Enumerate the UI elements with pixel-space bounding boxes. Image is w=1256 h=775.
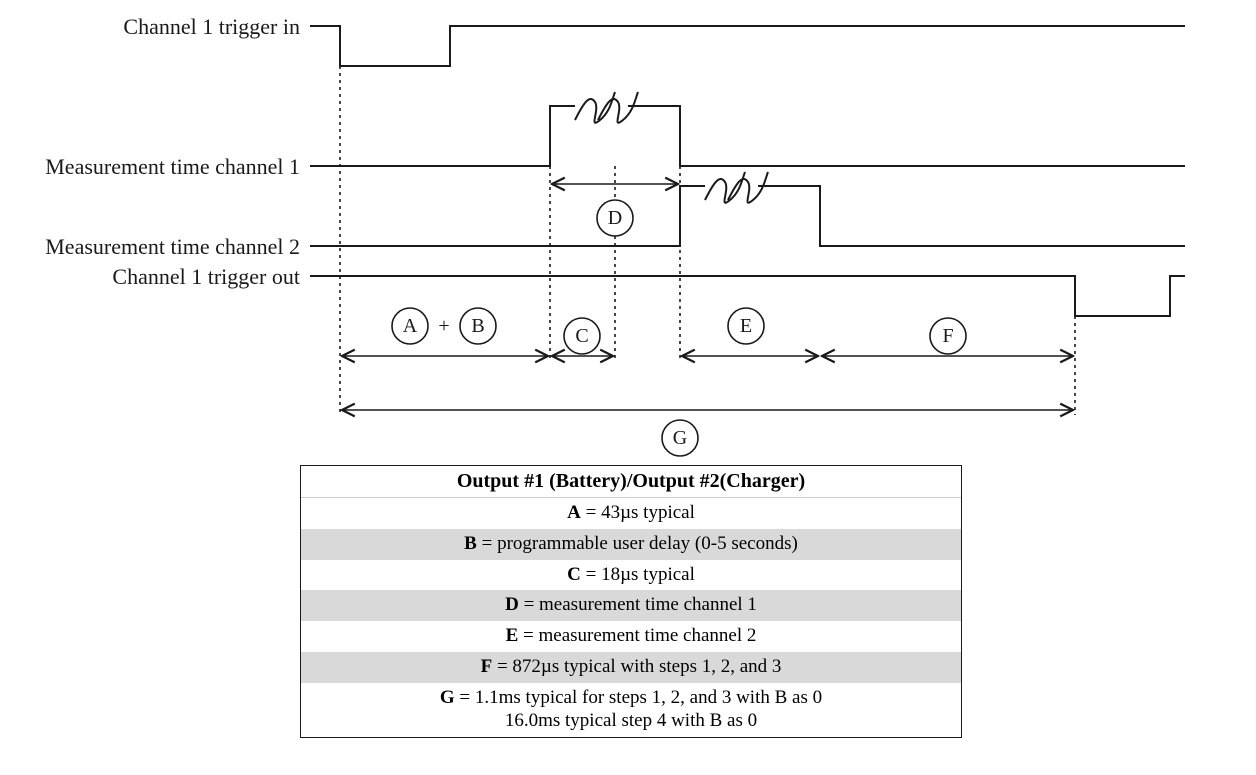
marker-A-text: A <box>403 315 418 337</box>
marker-G-text: G <box>673 427 687 449</box>
table-row: G = 1.1ms typical for steps 1, 2, and 3 … <box>301 683 961 738</box>
table-row: C = 18µs typical <box>301 560 961 591</box>
break-icon <box>575 92 615 123</box>
marker-F-text: F <box>942 325 953 347</box>
waveform-trigger-in <box>310 26 1185 66</box>
marker-E-text: E <box>740 315 752 337</box>
marker-D-text: D <box>608 207 622 229</box>
break-icon <box>728 172 768 203</box>
timing-legend-table: Output #1 (Battery)/Output #2(Charger) A… <box>300 465 962 738</box>
table-row: D = measurement time channel 1 <box>301 590 961 621</box>
table-row: F = 872µs typical with steps 1, 2, and 3 <box>301 652 961 683</box>
table-header: Output #1 (Battery)/Output #2(Charger) <box>301 466 961 498</box>
break-icon <box>598 92 638 123</box>
table-row: E = measurement time channel 2 <box>301 621 961 652</box>
break-icon <box>705 172 745 203</box>
table-row: B = programmable user delay (0-5 seconds… <box>301 529 961 560</box>
marker-AB-plus: + <box>438 315 449 337</box>
marker-C-text: C <box>575 325 588 347</box>
table-row: A = 43µs typical <box>301 498 961 529</box>
marker-B-text: B <box>471 315 484 337</box>
waveform-meas-ch1 <box>310 106 1185 166</box>
timing-diagram-svg: A B + C D E F G <box>0 0 1256 470</box>
